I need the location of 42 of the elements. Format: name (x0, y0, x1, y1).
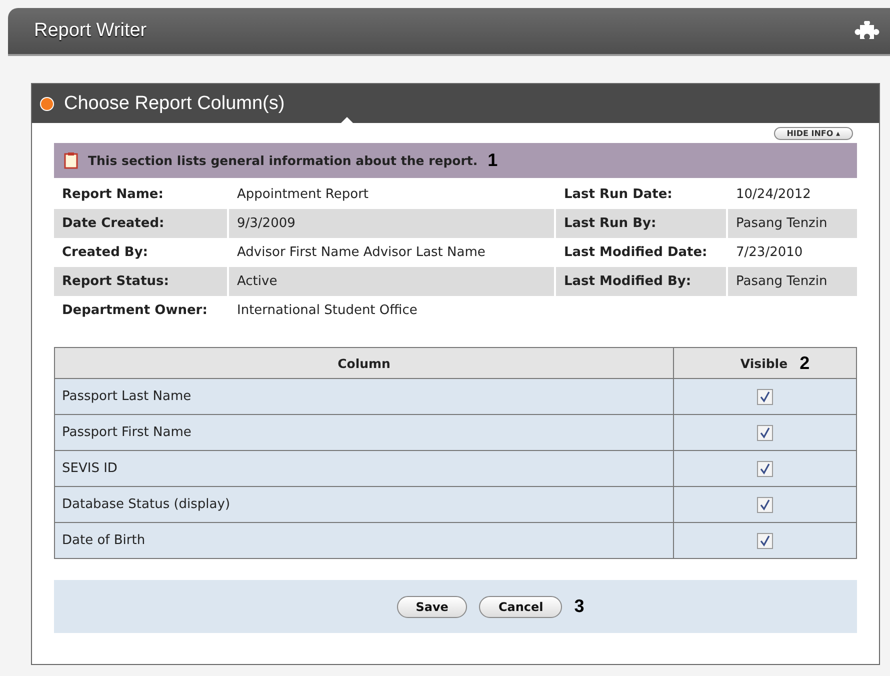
callout-number: 1 (488, 150, 498, 171)
window-title: Report Writer (34, 20, 147, 42)
column-header: Column (54, 348, 674, 378)
field-label: Created By: (61, 244, 149, 262)
table-cell: Database Status (display) (54, 486, 674, 522)
table-cell: SEVIS ID (54, 450, 674, 486)
hide-info-button[interactable]: HIDE INFO ▴ (774, 127, 853, 140)
field-value: Pasang Tenzin (728, 209, 857, 238)
table-cell: Passport First Name (54, 414, 674, 450)
table-cell: Date of Birth (54, 522, 674, 558)
puzzle-icon (854, 21, 880, 41)
panel-title: Choose Report Column(s) (64, 92, 285, 114)
field-label: Last Run By: (556, 209, 726, 238)
field-label: Last Modified Date: (563, 244, 708, 262)
checkbox[interactable] (757, 496, 773, 512)
field-label: Last Run Date: (563, 186, 674, 204)
checkbox[interactable] (757, 388, 773, 404)
column-header: Visible (740, 356, 788, 370)
field-label: Report Status: (54, 267, 227, 296)
checkbox[interactable] (757, 532, 773, 548)
field-value: Pasang Tenzin (728, 267, 857, 296)
save-button[interactable]: Save (396, 596, 468, 618)
status-dot (40, 96, 54, 110)
table-cell: Passport Last Name (54, 378, 674, 414)
field-value: Appointment Report (236, 186, 370, 204)
field-value: Advisor First Name Advisor Last Name (236, 244, 486, 262)
field-label: Report Name: (61, 186, 164, 204)
field-label: Date Created: (54, 209, 227, 238)
cancel-button[interactable]: Cancel (479, 596, 562, 618)
clipboard-icon (64, 152, 78, 169)
callout-number: 3 (574, 596, 584, 617)
callout-number: 2 (800, 352, 810, 374)
field-label: Last Modified By: (556, 267, 726, 296)
field-value: 9/3/2009 (229, 209, 554, 238)
field-value: Active (229, 267, 554, 296)
field-value: International Student Office (236, 302, 418, 320)
field-value: 7/23/2010 (735, 244, 804, 262)
checkbox[interactable] (757, 424, 773, 440)
field-label: Department Owner: (61, 302, 208, 320)
field-value: 10/24/2012 (735, 186, 812, 204)
checkbox[interactable] (757, 460, 773, 476)
info-text: This section lists general information about the report. (88, 153, 478, 168)
